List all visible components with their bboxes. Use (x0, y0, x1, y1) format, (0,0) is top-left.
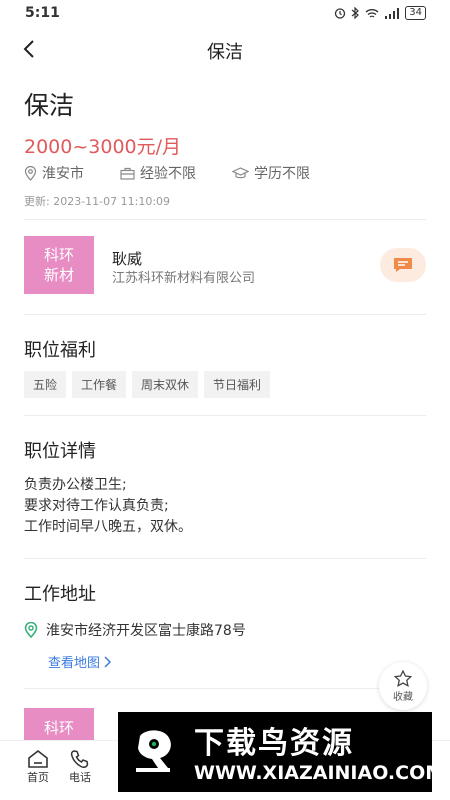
details-title: 职位详情 (24, 441, 96, 462)
company-logo-line2: 新材 (43, 266, 74, 284)
benefit-tag: 周末双休 (132, 371, 199, 398)
favorite-label: 收藏 (393, 691, 413, 703)
benefit-tag: 节日福利 (204, 371, 271, 398)
description-line: 要求对待工作认真负责; (24, 498, 169, 514)
benefits-title: 职位福利 (24, 340, 96, 361)
benefit-tags: 五险 工作餐 周末双休 节日福利 (24, 371, 271, 398)
home-icon (28, 749, 48, 768)
chat-button[interactable] (380, 248, 426, 282)
status-bar: 5:11 34 (0, 0, 450, 28)
company-logo: 科环 新材 (24, 236, 94, 294)
chevron-right-icon (104, 655, 112, 668)
benefit-tag: 五险 (24, 371, 67, 398)
view-map-label: 查看地图 (48, 656, 101, 671)
phone-icon (70, 750, 89, 768)
watermark-banner: 下载鸟资源 WWW.XIAZAINIAO.COM (118, 712, 444, 792)
benefit-tag: 工作餐 (72, 371, 127, 398)
salary: 2000~3000元/月 (24, 136, 182, 158)
bird-logo-icon (136, 730, 171, 772)
tab-home-label: 首页 (27, 771, 49, 784)
company-card[interactable]: 科环 新材 耿威 江苏科环新材料有限公司 (24, 236, 426, 294)
tab-phone[interactable]: 电话 (62, 749, 98, 785)
company-logo-line1: 科环 (43, 246, 74, 264)
watermark-url: WWW.XIAZAINIAO.COM (194, 762, 445, 784)
experience-text: 经验不限 (140, 166, 196, 182)
updated-time: 更新: 2023-11-07 11:10:09 (24, 195, 171, 208)
location-meta: 淮安市 (24, 163, 84, 183)
tab-home[interactable]: 首页 (20, 749, 56, 785)
divider (24, 415, 426, 416)
location-pin-icon (24, 165, 37, 181)
wifi-icon (365, 8, 379, 18)
map-pin-icon (24, 622, 38, 638)
address-row: 淮安市经济开发区富士康路78号 (24, 620, 246, 640)
alarm-icon (335, 8, 346, 19)
company-name: 江苏科环新材料有限公司 (112, 271, 256, 286)
status-icons: 34 (334, 6, 426, 20)
education-meta: 学历不限 (232, 163, 310, 183)
briefcase-icon (120, 167, 135, 180)
divider (24, 558, 426, 559)
job-meta: 淮安市 经验不限 学历不限 (24, 163, 310, 183)
description-line: 负责办公楼卫生; (24, 477, 127, 493)
divider (24, 688, 426, 689)
job-title: 保洁 (24, 91, 75, 120)
location-text: 淮安市 (42, 166, 84, 182)
message-icon (394, 258, 412, 272)
address-text: 淮安市经济开发区富士康路78号 (46, 623, 246, 639)
graduation-cap-icon (232, 166, 249, 178)
experience-meta: 经验不限 (120, 163, 196, 183)
description-line: 工作时间早八晚五，双休。 (24, 519, 192, 535)
star-icon (394, 669, 412, 687)
divider (24, 314, 426, 315)
nav-title: 保洁 (207, 42, 243, 63)
address-title: 工作地址 (24, 584, 96, 605)
job-description: 负责办公楼卫生; 要求对待工作认真负责; 工作时间早八晚五，双休。 (24, 475, 192, 538)
signal-icon (385, 7, 400, 19)
education-text: 学历不限 (254, 166, 310, 182)
divider (24, 219, 426, 220)
status-time: 5:11 (25, 5, 60, 21)
contact-name: 耿威 (112, 250, 143, 268)
company2-logo-line1: 科环 (43, 719, 74, 737)
watermark-title: 下载鸟资源 (194, 726, 354, 761)
nav-bar: 保洁 (0, 28, 450, 72)
favorite-button[interactable]: 收藏 (379, 662, 427, 710)
bluetooth-icon (351, 7, 360, 19)
battery-indicator: 34 (405, 6, 426, 20)
view-map-link[interactable]: 查看地图 (48, 652, 112, 671)
tab-phone-label: 电话 (69, 771, 91, 784)
